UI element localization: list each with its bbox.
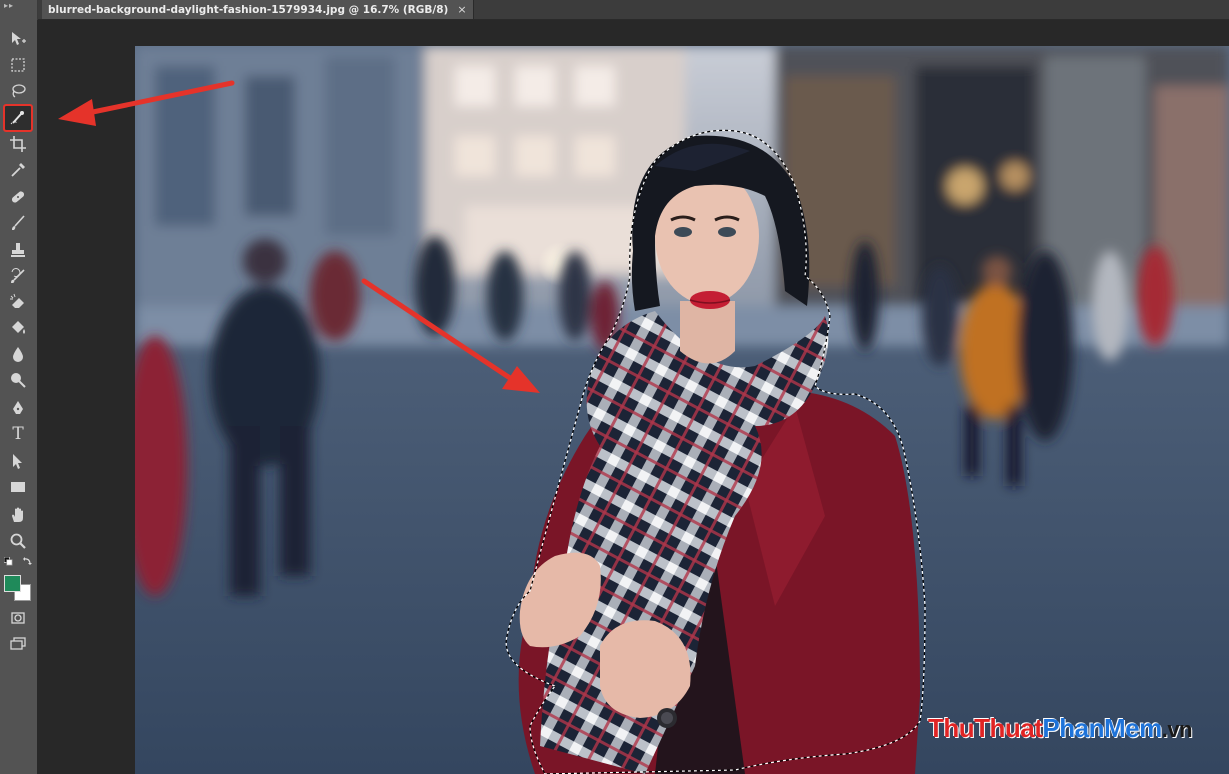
type-tool-button[interactable]: T [5, 422, 31, 446]
pen-icon [13, 401, 23, 414]
close-tab-icon[interactable]: × [457, 3, 466, 16]
healing-brush-tool-button[interactable] [5, 185, 31, 209]
site-watermark: ThuThuatPhanMem.vn [928, 713, 1193, 744]
crop-icon [10, 136, 26, 152]
move-icon [12, 32, 26, 45]
zoom-tool-button[interactable] [5, 529, 31, 553]
lasso-tool-button[interactable] [5, 79, 31, 103]
marquee-icon [11, 58, 25, 72]
photo-canvas [135, 46, 1229, 774]
eraser-tool-button[interactable] [5, 290, 31, 314]
pen-tool-button[interactable] [5, 396, 31, 420]
document-tab[interactable]: blurred-background-daylight-fashion-1579… [42, 0, 474, 19]
eyedropper-icon [11, 163, 25, 177]
history-brush-icon [11, 268, 25, 283]
hand-icon [12, 507, 23, 522]
quick-selection-tool-button[interactable] [3, 104, 33, 132]
type-icon: T [12, 424, 24, 444]
eyedropper-tool-button[interactable] [5, 158, 31, 182]
default-colors-icon[interactable] [4, 556, 13, 566]
lasso-icon [12, 84, 26, 98]
watermark-part-2: PhanMem [1042, 713, 1162, 743]
screen-mode-icon [10, 637, 26, 650]
quick-selection-icon [10, 111, 24, 125]
zoom-icon [10, 533, 26, 549]
watermark-part-1: ThuThuat [928, 713, 1043, 743]
document-tab-title: blurred-background-daylight-fashion-1579… [48, 3, 449, 16]
document-image[interactable] [135, 46, 1229, 774]
path-selection-tool-button[interactable] [5, 449, 31, 473]
panel-collapse-grip[interactable]: ▸▸ [4, 2, 30, 10]
rectangle-tool-button[interactable] [5, 475, 31, 499]
bandage-icon [11, 191, 25, 203]
eraser-icon [10, 293, 24, 308]
color-swatch-controls [2, 553, 34, 569]
clone-stamp-tool-button[interactable] [5, 238, 31, 262]
hand-tool-button[interactable] [5, 503, 31, 527]
dodge-icon [11, 373, 26, 388]
quick-mask-icon [11, 612, 25, 624]
swap-colors-icon[interactable] [22, 556, 32, 566]
brush-icon [12, 215, 25, 230]
document-tab-bar: blurred-background-daylight-fashion-1579… [37, 0, 1229, 20]
move-tool-button[interactable] [5, 27, 31, 51]
brush-tool-button[interactable] [5, 211, 31, 235]
crop-tool-button[interactable] [5, 132, 31, 156]
marquee-tool-button[interactable] [5, 53, 31, 77]
tools-panel: ▸▸ T [0, 0, 38, 774]
stamp-icon [11, 243, 25, 257]
watermark-part-3: .vn [1161, 717, 1193, 742]
canvas-area[interactable] [37, 20, 1229, 774]
screen-mode-button[interactable] [5, 632, 31, 656]
arrow-icon [13, 454, 22, 469]
bucket-icon [12, 321, 25, 334]
dodge-tool-button[interactable] [5, 368, 31, 392]
paint-bucket-tool-button[interactable] [5, 316, 31, 340]
history-brush-tool-button[interactable] [5, 264, 31, 288]
quick-mask-button[interactable] [5, 606, 31, 630]
blur-tool-button[interactable] [5, 342, 31, 366]
foreground-color-swatch[interactable] [4, 575, 21, 592]
rectangle-icon [11, 482, 25, 492]
drop-icon [13, 347, 23, 362]
